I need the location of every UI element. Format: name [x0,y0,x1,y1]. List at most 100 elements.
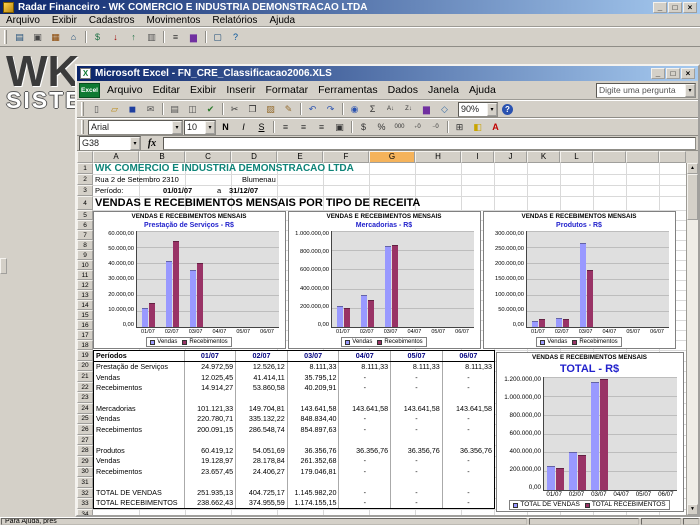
table-cell[interactable] [442,393,494,403]
table-cell[interactable]: - [391,497,443,508]
table-row-label[interactable]: TOTAL RECEBIMENTOS [94,497,184,508]
row-header[interactable]: 3 [77,185,93,196]
table-cell[interactable]: 36.356,76 [391,445,443,455]
decrease-decimal-icon[interactable]: ₋0 [427,120,444,135]
redo-icon[interactable]: ↷ [322,102,339,117]
menu-item-cadastros[interactable]: Cadastros [83,15,141,26]
table-cell[interactable]: 220.780,71 [184,414,236,424]
table-cell[interactable] [391,393,443,403]
column-header[interactable]: A [93,151,139,163]
menu-item-arquivo[interactable]: Arquivo [102,84,148,96]
toolbar-grip[interactable] [81,120,84,134]
row-header[interactable]: 19 [77,350,93,361]
table-cell[interactable]: - [339,497,391,508]
fill-color-icon[interactable]: ◧ [469,120,486,135]
zoom-combo[interactable]: 90% ▾ [458,102,498,117]
row-header[interactable]: 10 [77,260,93,270]
table-cell[interactable] [184,393,236,403]
table-cell[interactable]: 179.046,81 [287,466,339,476]
row-header[interactable]: 1 [77,163,93,174]
table-cell[interactable]: - [391,382,443,392]
select-all-corner[interactable] [77,151,93,163]
table-header-cell[interactable]: 05/07 [391,351,443,361]
row-header[interactable]: 8 [77,240,93,250]
table-cell[interactable]: - [442,466,494,476]
sort-desc-icon[interactable]: Z↓ [400,102,417,117]
row-header[interactable]: 22 [77,382,93,393]
table-cell[interactable]: - [391,466,443,476]
table-cell[interactable]: - [339,456,391,466]
table-cell[interactable]: 238.662,43 [184,497,236,508]
row-header[interactable]: 16 [77,320,93,330]
save-icon[interactable]: ◼ [124,102,141,117]
table-row-label[interactable]: Mercadorias [94,403,184,413]
minimize-button[interactable]: _ [653,2,667,13]
table-cell[interactable]: 40.209,91 [287,382,339,392]
table-cell[interactable] [339,393,391,403]
help-icon[interactable]: ? [499,102,516,117]
table-row-label[interactable]: TOTAL DE VENDAS [94,487,184,497]
menu-item-ajuda[interactable]: Ajuda [263,15,301,26]
menu-item-arquivo[interactable]: Arquivo [0,15,46,26]
table-cell[interactable]: 848.834,40 [287,414,339,424]
table-cell[interactable] [236,393,288,403]
chart-wizard-icon[interactable]: ▆ [418,102,435,117]
table-cell[interactable] [339,476,391,486]
table-row-label[interactable]: Prestação de Serviços [94,361,184,371]
borders-icon[interactable]: ⊞ [451,120,468,135]
toolbar-grip[interactable] [81,102,84,116]
table-cell[interactable]: - [391,487,443,497]
excel-window[interactable]: X Microsoft Excel - FN_CRE_Classificacao… [75,64,700,517]
table-cell[interactable] [287,393,339,403]
row-header[interactable]: 24 [77,403,93,414]
row-header[interactable]: 17 [77,330,93,340]
table-cell[interactable]: - [442,414,494,424]
table-cell[interactable]: 261.352,68 [287,456,339,466]
column-header[interactable] [659,151,686,163]
table-cell[interactable] [391,435,443,445]
close-button[interactable]: × [683,2,697,13]
merge-center-icon[interactable]: ▣ [331,120,348,135]
receipts-icon[interactable]: ↑ [125,30,142,45]
row-header[interactable]: 4 [77,196,93,210]
table-cell[interactable] [236,435,288,445]
menu-item-exibir[interactable]: Exibir [185,84,221,96]
monitor-icon[interactable]: ▢ [209,30,226,45]
table-cell[interactable]: - [442,456,494,466]
table-header-cell[interactable]: Períodos [94,351,184,361]
table-cell[interactable] [442,435,494,445]
payments-icon[interactable]: ↓ [107,30,124,45]
table-cell[interactable]: 143.641,58 [442,403,494,413]
table-cell[interactable]: 1.145.982,20 [287,487,339,497]
table-cell[interactable] [184,435,236,445]
table-cell[interactable]: - [442,372,494,382]
table-cell[interactable]: 8.111,33 [391,361,443,371]
table-cell[interactable]: - [442,497,494,508]
table-cell[interactable]: - [391,456,443,466]
menu-item-relatorios[interactable]: Relatórios [206,15,263,26]
invoices-icon[interactable]: ▥ [143,30,160,45]
column-header[interactable]: B [139,151,185,163]
close-button[interactable]: × [681,68,695,79]
font-size-combo[interactable]: 10 ▾ [184,120,216,135]
column-header[interactable]: E [277,151,323,163]
cells-layer[interactable]: WK COMERCIO E INDUSTRIA DEMONSTRACAO LTD… [93,163,686,515]
row-header[interactable]: 13 [77,290,93,300]
table-cell[interactable]: 143.641,58 [391,403,443,413]
table-row-label[interactable]: Vendas [94,456,184,466]
row-header[interactable]: 12 [77,280,93,290]
table-cell[interactable]: 1.174.155,15 [287,497,339,508]
align-left-icon[interactable]: ≡ [277,120,294,135]
menu-item-editar[interactable]: Editar [148,84,185,96]
table-cell[interactable]: - [339,372,391,382]
column-header[interactable]: K [527,151,560,163]
row-header[interactable]: 34 [77,509,93,515]
column-header[interactable]: H [415,151,461,163]
copy-icon[interactable]: ❐ [244,102,261,117]
table-header-cell[interactable]: 02/07 [236,351,288,361]
table-row-label[interactable]: Recebimentos [94,466,184,476]
maximize-button[interactable]: □ [666,68,680,79]
resize-grip[interactable] [683,518,699,525]
chart-total[interactable]: VENDAS E RECEBIMENTOS MENSAISTOTAL - R$1… [496,352,684,512]
table-cell[interactable]: - [442,424,494,434]
